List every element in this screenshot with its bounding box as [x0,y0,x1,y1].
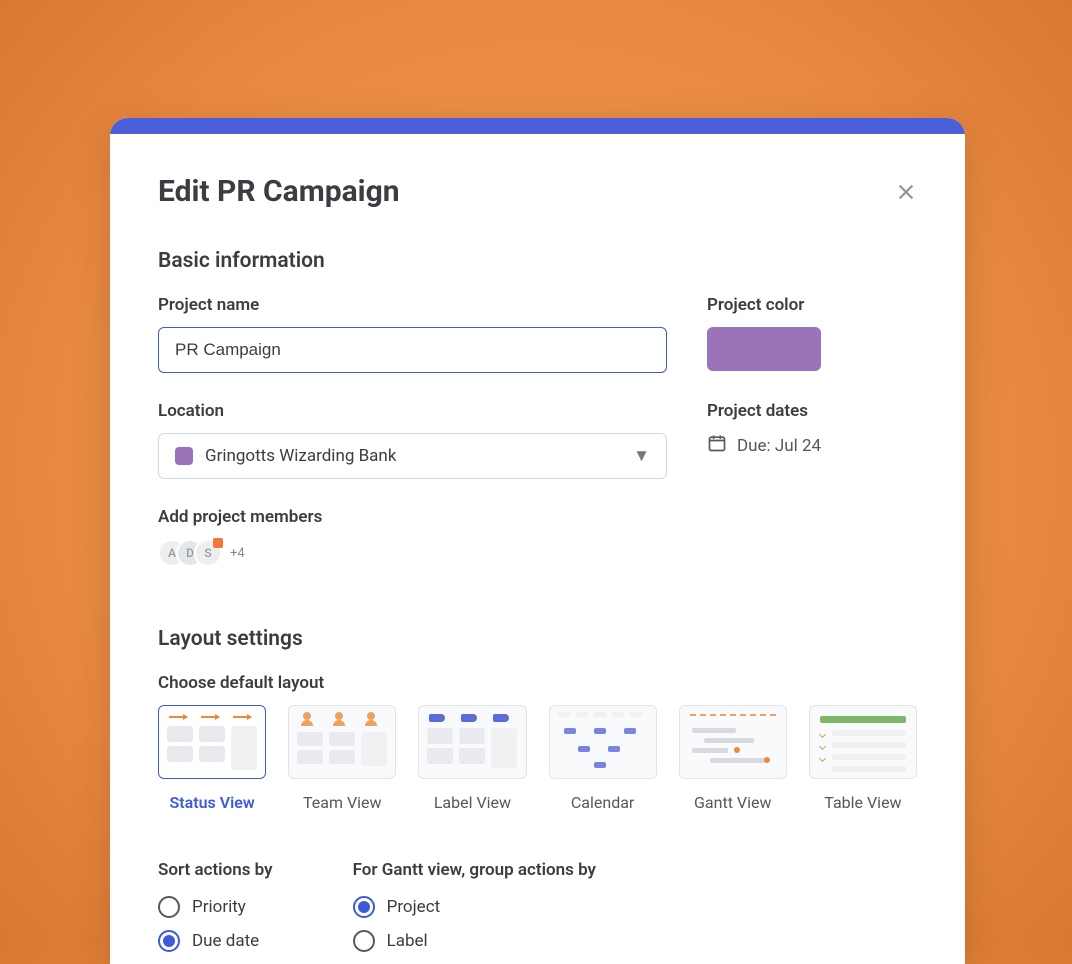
layout-option-label[interactable] [418,705,526,779]
radio-label: Due date [192,931,259,951]
project-dates-label: Project dates [707,401,917,421]
radio-icon [353,896,375,918]
radio-icon [353,930,375,952]
layout-option-table[interactable] [809,705,917,779]
calendar-icon [707,433,727,458]
layout-label-status: Status View [158,793,266,812]
radio-label: Project [387,897,441,917]
radio-icon [158,930,180,952]
layout-option-gantt[interactable] [679,705,787,779]
layout-label-table: Table View [809,793,917,812]
location-color-icon [175,447,193,465]
add-members-label: Add project members [158,507,917,527]
location-value: Gringotts Wizarding Bank [205,446,621,466]
project-color-swatch[interactable] [707,327,821,371]
project-members[interactable]: A D S +4 [158,539,917,567]
sort-option-due-date[interactable]: Due date [158,930,273,952]
project-name-label: Project name [158,295,667,315]
chevron-down-icon: ▼ [633,446,650,466]
layout-option-calendar[interactable] [549,705,657,779]
modal-title: Edit PR Campaign [158,174,400,209]
modal-accent-bar [110,118,965,134]
radio-label: Label [387,931,428,951]
radio-label: Priority [192,897,246,917]
gantt-group-project[interactable]: Project [353,896,596,918]
layout-option-team[interactable] [288,705,396,779]
layout-label-gantt: Gantt View [679,793,787,812]
members-more-count: +4 [230,546,245,561]
gantt-group-label: For Gantt view, group actions by [353,860,596,880]
avatar: S [194,539,222,567]
section-basic-info: Basic information [158,249,917,273]
layout-option-status[interactable] [158,705,266,779]
layout-label-label: Label View [418,793,526,812]
project-dates-value[interactable]: Due: Jul 24 [707,433,917,458]
due-date-text: Due: Jul 24 [737,436,821,456]
edit-project-modal: Edit PR Campaign Basic information Proje… [110,118,965,964]
section-layout-settings: Layout settings [158,627,917,651]
layout-label-team: Team View [288,793,396,812]
gantt-group-label[interactable]: Label [353,930,596,952]
project-name-input[interactable] [158,327,667,373]
sort-option-priority[interactable]: Priority [158,896,273,918]
close-icon[interactable] [895,181,917,203]
location-label: Location [158,401,667,421]
radio-icon [158,896,180,918]
project-color-label: Project color [707,295,917,315]
layout-label-calendar: Calendar [549,793,657,812]
sort-actions-label: Sort actions by [158,860,273,880]
location-select[interactable]: Gringotts Wizarding Bank ▼ [158,433,667,479]
choose-layout-label: Choose default layout [158,673,917,693]
